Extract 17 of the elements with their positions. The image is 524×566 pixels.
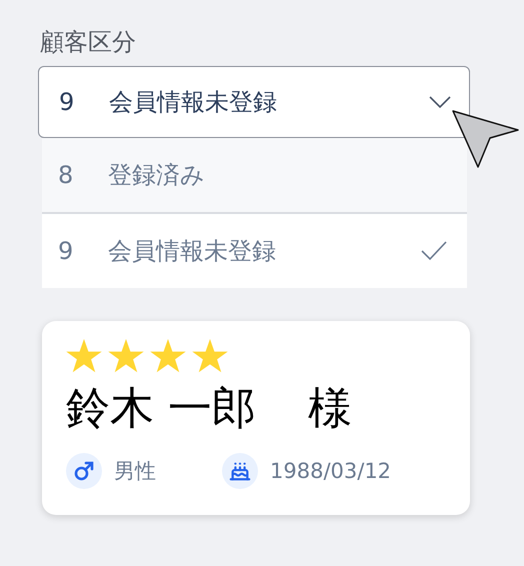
dropdown-option[interactable]: 8 登録済み: [42, 138, 467, 212]
chevron-icon: [429, 96, 451, 108]
male-icon: [66, 453, 102, 489]
field-label: 顧客区分: [40, 27, 137, 58]
honorific: 様: [308, 382, 352, 436]
category-select[interactable]: 9 会員情報未登録: [38, 66, 470, 138]
cake-icon: [222, 453, 258, 489]
star-icon: [66, 339, 102, 373]
star-icon: [150, 339, 186, 373]
birthday-text: 1988/03/12: [270, 459, 392, 483]
mouse-cursor-icon: [450, 108, 520, 170]
checkmark-icon: [421, 241, 447, 261]
star-icon: [108, 339, 144, 373]
gender-text: 男性: [114, 458, 156, 485]
star-icon: [192, 339, 228, 373]
customer-name: 鈴木 一郎: [66, 382, 256, 436]
dropdown-option[interactable]: 9 会員情報未登録: [42, 214, 467, 288]
